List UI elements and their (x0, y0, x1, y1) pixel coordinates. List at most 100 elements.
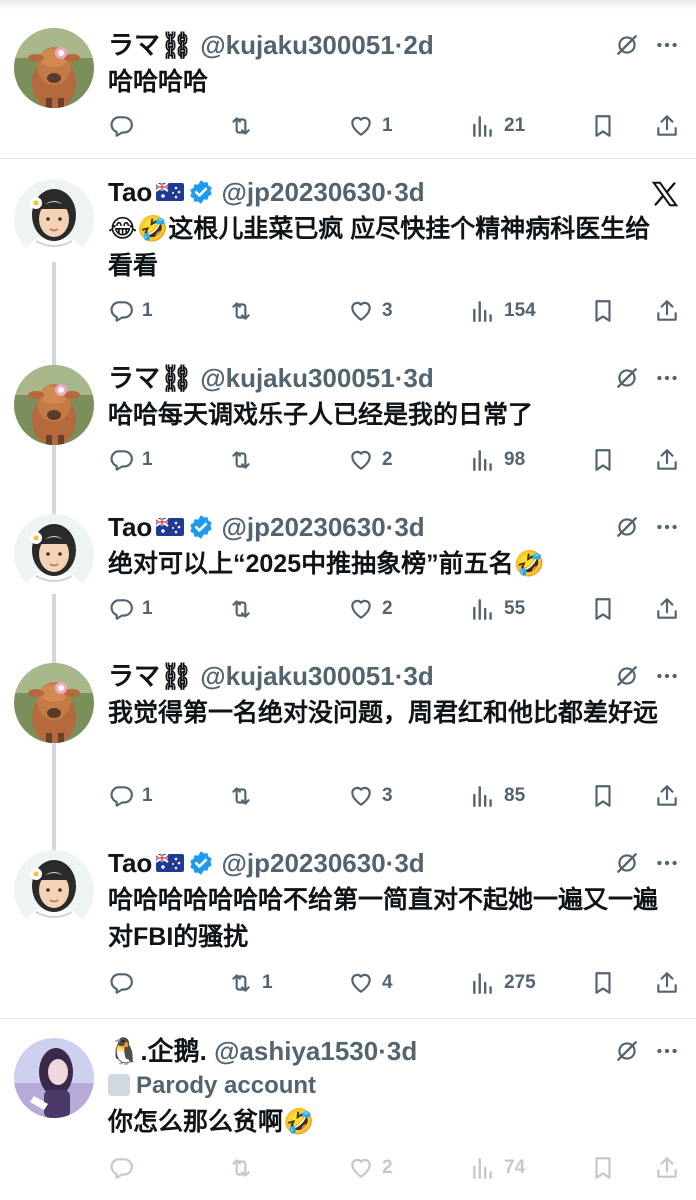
share-button[interactable] (654, 965, 680, 1001)
timestamp[interactable]: ·2d (395, 30, 434, 60)
display-name[interactable]: 🐧.企鹅. (108, 1036, 207, 1066)
handle[interactable]: @kujaku300051 (200, 30, 394, 60)
display-name[interactable]: Tao (108, 512, 152, 542)
views-button[interactable]: 275 (470, 965, 536, 1001)
display-name[interactable]: ラマ⛓ (108, 363, 193, 393)
avatar[interactable] (14, 365, 94, 445)
handle[interactable]: @kujaku300051 (200, 363, 394, 393)
reply-button[interactable]: 1 (108, 591, 153, 627)
timestamp[interactable]: ·3d (386, 848, 425, 878)
retweet-button[interactable] (228, 778, 262, 814)
handle[interactable]: @jp20230630 (222, 848, 386, 878)
views-button[interactable]: 85 (470, 778, 525, 814)
grok-icon[interactable] (614, 365, 640, 391)
avatar[interactable] (14, 663, 94, 743)
avatar[interactable] (14, 179, 94, 259)
divider (0, 1018, 696, 1019)
share-icon (654, 970, 680, 996)
views-button[interactable]: 98 (470, 442, 525, 478)
retweet-button[interactable] (228, 293, 262, 329)
display-name[interactable]: Tao (108, 848, 152, 878)
retweet-icon (228, 596, 254, 622)
like-button[interactable]: 2 (348, 591, 393, 627)
avatar[interactable] (14, 1038, 94, 1118)
reply-icon (108, 298, 134, 324)
bookmark-icon (590, 783, 616, 809)
like-button[interactable]: 3 (348, 293, 393, 329)
grok-icon[interactable] (614, 32, 640, 58)
reply-button[interactable] (108, 108, 142, 144)
grok-icon[interactable] (614, 1038, 640, 1064)
more-icon[interactable] (654, 32, 680, 58)
grok-icon[interactable] (614, 514, 640, 540)
display-name[interactable]: Tao (108, 177, 152, 207)
timestamp[interactable]: ·3d (395, 661, 434, 691)
tweet-header: ラマ⛓ @kujaku300051·2d (108, 28, 434, 62)
more-icon[interactable] (654, 1038, 680, 1064)
top-fade (0, 0, 696, 10)
grok-icon[interactable] (614, 663, 640, 689)
retweet-button[interactable] (228, 1150, 262, 1186)
share-button[interactable] (654, 591, 680, 627)
like-button[interactable]: 4 (348, 965, 393, 1001)
tweet-top-actions (614, 663, 680, 689)
views-button[interactable]: 154 (470, 293, 536, 329)
bookmark-icon (590, 113, 616, 139)
share-button[interactable] (654, 1150, 680, 1186)
retweet-button[interactable] (228, 442, 262, 478)
share-button[interactable] (654, 442, 680, 478)
action-bar: 1 21 (108, 108, 684, 144)
grok-icon[interactable] (614, 850, 640, 876)
bookmark-button[interactable] (590, 965, 616, 1001)
retweet-icon (228, 783, 254, 809)
more-icon[interactable] (654, 663, 680, 689)
handle[interactable]: @jp20230630 (222, 512, 386, 542)
reply-button[interactable]: 1 (108, 442, 153, 478)
share-button[interactable] (654, 108, 680, 144)
display-name[interactable]: ラマ⛓ (108, 30, 193, 60)
bookmark-button[interactable] (590, 1150, 616, 1186)
like-icon (348, 596, 374, 622)
like-icon (348, 113, 374, 139)
handle[interactable]: @kujaku300051 (200, 661, 394, 691)
action-bar: 1 2 55 (108, 591, 684, 627)
views-icon (470, 596, 496, 622)
bookmark-button[interactable] (590, 778, 616, 814)
bookmark-button[interactable] (590, 442, 616, 478)
retweet-button[interactable] (228, 108, 262, 144)
like-button[interactable]: 3 (348, 778, 393, 814)
like-button[interactable]: 2 (348, 442, 393, 478)
views-button[interactable]: 74 (470, 1150, 525, 1186)
handle[interactable]: @jp20230630 (222, 177, 386, 207)
views-button[interactable]: 55 (470, 591, 525, 627)
share-button[interactable] (654, 293, 680, 329)
more-icon[interactable] (654, 850, 680, 876)
share-button[interactable] (654, 778, 680, 814)
reply-button[interactable]: 1 (108, 293, 153, 329)
display-name[interactable]: ラマ⛓ (108, 661, 193, 691)
like-button[interactable]: 2 (348, 1150, 393, 1186)
like-button[interactable]: 1 (348, 108, 393, 144)
handle[interactable]: @ashiya1530 (214, 1036, 378, 1066)
bookmark-button[interactable] (590, 108, 616, 144)
views-icon (470, 783, 496, 809)
avatar[interactable] (14, 28, 94, 108)
avatar[interactable] (14, 850, 94, 930)
timestamp[interactable]: ·3d (386, 512, 425, 542)
timestamp[interactable]: ·3d (386, 177, 425, 207)
bookmark-icon (590, 447, 616, 473)
timestamp[interactable]: ·3d (395, 363, 434, 393)
retweet-button[interactable] (228, 591, 262, 627)
retweet-button[interactable]: 1 (228, 965, 273, 1001)
timestamp[interactable]: ·3d (378, 1036, 417, 1066)
bookmark-button[interactable] (590, 293, 616, 329)
reply-button[interactable] (108, 1150, 142, 1186)
parody-label: Parody account (108, 1070, 316, 1102)
bookmark-button[interactable] (590, 591, 616, 627)
views-button[interactable]: 21 (470, 108, 525, 144)
more-icon[interactable] (654, 365, 680, 391)
reply-button[interactable] (108, 965, 142, 1001)
reply-button[interactable]: 1 (108, 778, 153, 814)
avatar[interactable] (14, 514, 94, 594)
more-icon[interactable] (654, 514, 680, 540)
